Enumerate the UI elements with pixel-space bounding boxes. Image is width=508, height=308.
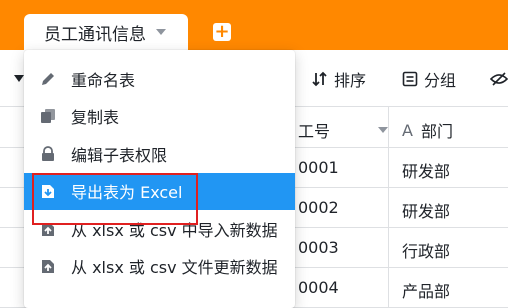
copy-icon	[39, 107, 57, 125]
export-download-icon	[39, 182, 57, 200]
sort-icon	[312, 71, 327, 87]
column-label-dept: 部门	[420, 122, 453, 141]
update-upload-icon	[39, 257, 57, 275]
sheet-tab[interactable]: 员工通讯信息	[24, 14, 188, 50]
menu-item-export-excel[interactable]: 导出表为 Excel	[24, 172, 295, 210]
cell-dept[interactable]: 行政部	[402, 238, 450, 262]
menu-item-edit-permissions[interactable]: 编辑子表权限	[24, 135, 295, 173]
cell-id[interactable]: 0004	[298, 278, 339, 297]
menu-item-label: 重命名表	[71, 70, 136, 90]
menu-item-label: 从 xlsx 或 csv 中导入新数据	[71, 220, 278, 240]
sheet-context-menu: 重命名表 复制表 编辑子表权限 导出表为 Excel 从 xlsx 或 csv …	[24, 50, 295, 308]
hide-icon	[490, 72, 508, 86]
cell-dept[interactable]: 研发部	[402, 158, 450, 182]
group-icon	[402, 71, 418, 87]
menu-item-label: 导出表为 Excel	[71, 183, 183, 203]
menu-item-label: 从 xlsx 或 csv 文件更新数据	[71, 258, 278, 278]
column-header-id[interactable]: 工号	[298, 118, 389, 142]
column-divider	[388, 188, 389, 227]
menu-item-update-data[interactable]: 从 xlsx 或 csv 文件更新数据	[24, 248, 295, 286]
menu-item-rename[interactable]: 重命名表	[24, 60, 295, 98]
cell-id[interactable]: 0001	[298, 158, 339, 177]
column-divider	[388, 228, 389, 267]
menu-item-label: 编辑子表权限	[71, 145, 168, 165]
cell-dept[interactable]: 研发部	[402, 198, 450, 222]
sheet-tab-label: 员工通讯信息	[44, 24, 146, 45]
plus-icon: +	[214, 21, 230, 42]
menu-item-import-new-data[interactable]: 从 xlsx 或 csv 中导入新数据	[24, 210, 295, 248]
cell-id[interactable]: 0003	[298, 238, 339, 257]
cell-id[interactable]: 0002	[298, 198, 339, 217]
toolbar-dropdown-caret[interactable]	[14, 68, 24, 90]
add-sheet-button[interactable]: +	[213, 23, 231, 41]
group-label: 分组	[424, 71, 457, 90]
chevron-down-icon	[14, 75, 24, 82]
column-divider	[388, 107, 389, 147]
column-divider	[388, 268, 389, 307]
hide-fields-button[interactable]	[490, 68, 508, 90]
column-header-dept[interactable]: A 部门	[402, 118, 453, 142]
chevron-down-icon[interactable]	[156, 29, 166, 35]
rename-pen-icon	[39, 70, 57, 88]
import-upload-icon	[39, 220, 57, 238]
menu-item-label: 复制表	[71, 108, 120, 128]
column-label-id: 工号	[298, 122, 331, 141]
sort-label: 排序	[334, 71, 367, 90]
lock-permission-icon	[39, 145, 57, 163]
chevron-down-icon[interactable]	[378, 127, 389, 133]
sort-button[interactable]: 排序	[312, 68, 366, 90]
group-button[interactable]: 分组	[402, 68, 456, 90]
column-divider	[388, 148, 389, 187]
text-type-icon: A	[402, 120, 413, 140]
app-header: 员工通讯信息 +	[0, 0, 508, 50]
menu-item-copy[interactable]: 复制表	[24, 98, 295, 136]
cell-dept[interactable]: 产品部	[402, 278, 450, 302]
